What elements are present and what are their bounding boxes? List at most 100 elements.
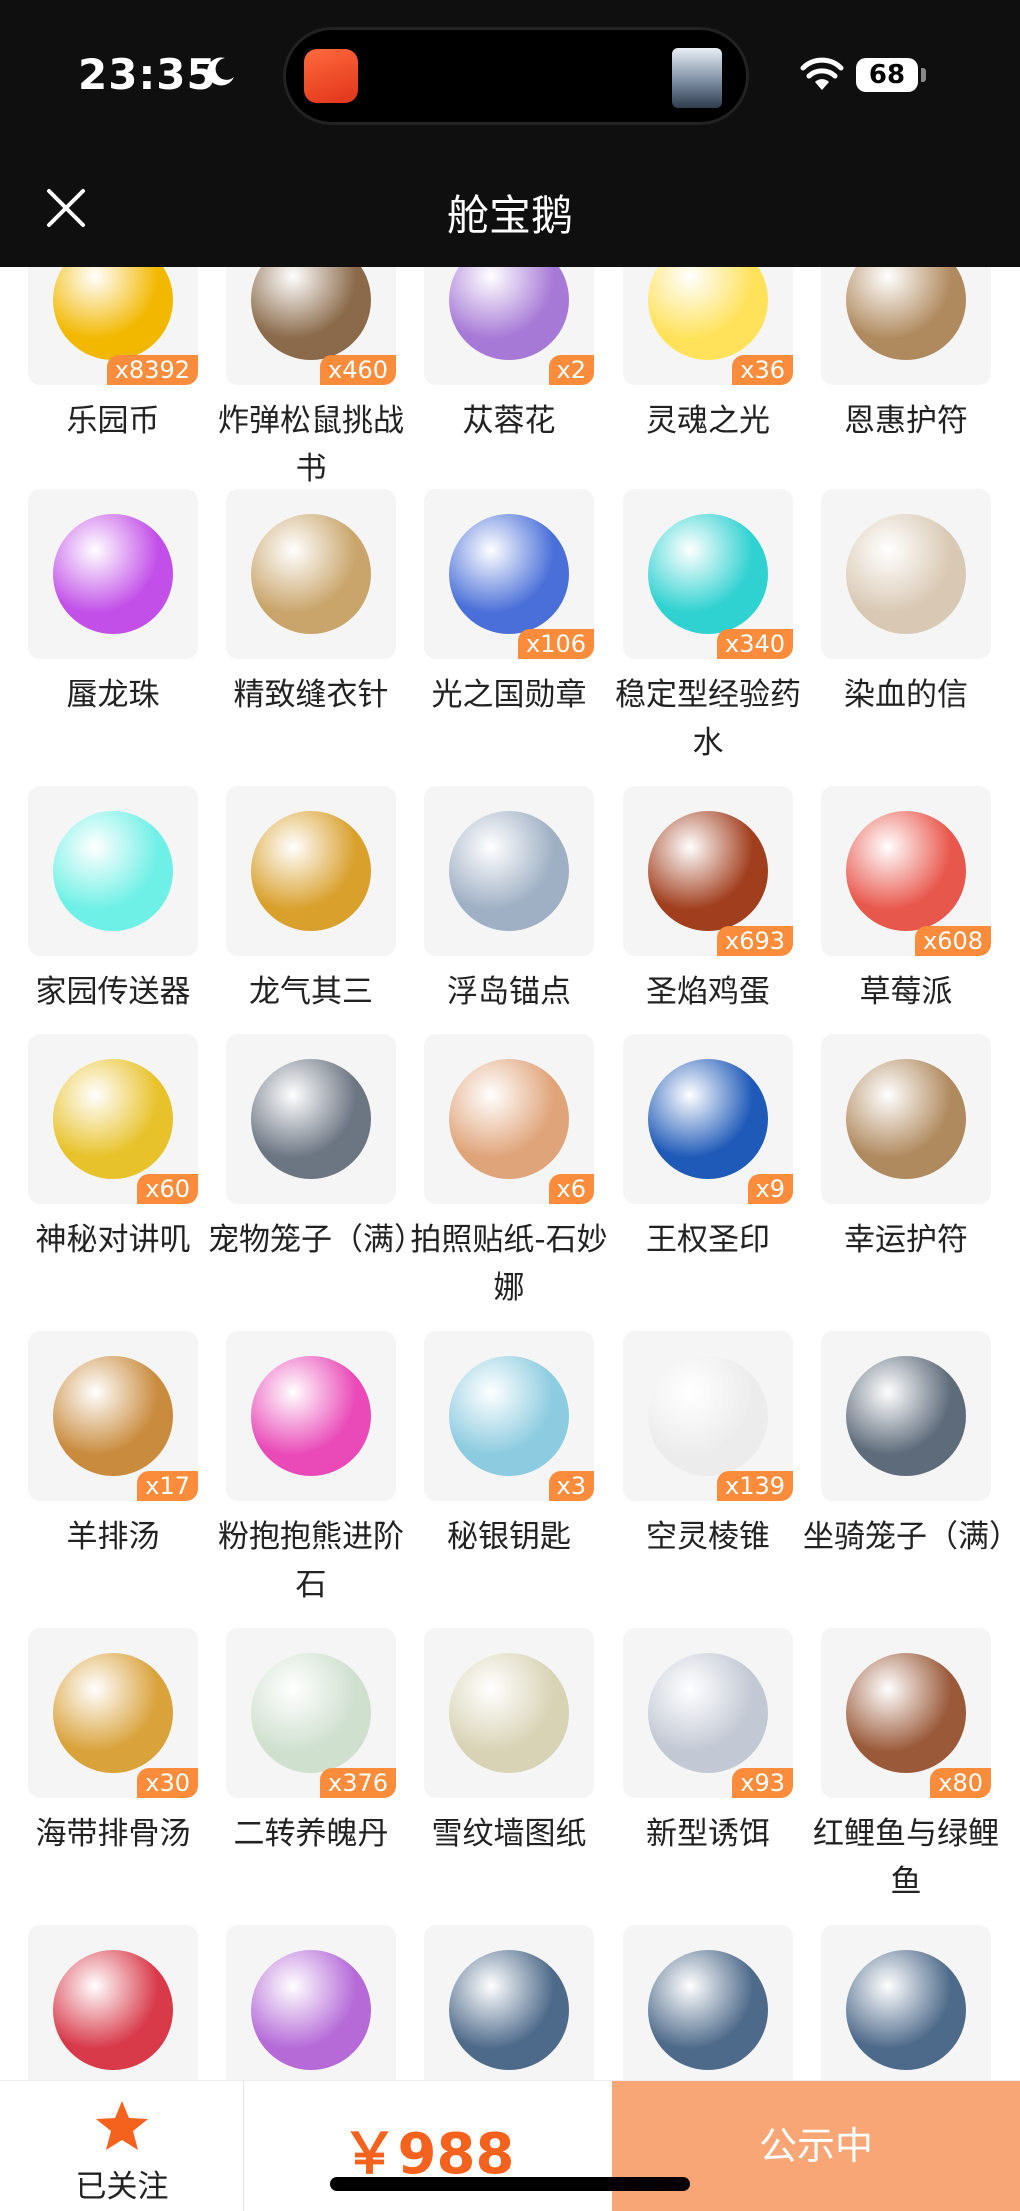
item-name: 灵魂之光: [646, 403, 770, 439]
item-name: 龙气其三: [249, 974, 373, 1010]
item-name: 空灵棱锥: [646, 1519, 770, 1555]
item-name: 炸弹松鼠挑战书: [218, 403, 404, 487]
item-tile[interactable]: x9: [623, 1034, 793, 1204]
item-name: 坐骑笼子（满）: [803, 1519, 1020, 1555]
item-name: 幸运护符: [844, 1222, 968, 1258]
media-thumbnail: [672, 48, 722, 108]
item-tile[interactable]: [821, 1331, 991, 1501]
item-name: 王权圣印: [646, 1222, 770, 1258]
item-name: 海带排骨汤: [35, 1816, 191, 1852]
item-icon: [648, 267, 768, 360]
moon-icon: [207, 57, 234, 86]
item-icon: [251, 1950, 371, 2070]
item-name: 红鲤鱼与绿鲤鱼: [813, 1816, 999, 1900]
quantity-badge: x80: [930, 1768, 991, 1798]
item-name: 新型诱饵: [646, 1816, 770, 1852]
item-tile[interactable]: x139: [623, 1331, 793, 1501]
item-tile[interactable]: [28, 786, 198, 956]
quantity-badge: x9: [747, 1174, 793, 1204]
item-tile[interactable]: x36: [623, 267, 793, 385]
item-icon: [53, 1653, 173, 1773]
item-icon: [53, 514, 173, 634]
item-tile[interactable]: [226, 1331, 396, 1501]
item-icon: [53, 1356, 173, 1476]
item-tile[interactable]: [424, 786, 594, 956]
item-tile[interactable]: x8392: [28, 267, 198, 385]
star-icon: [96, 2101, 148, 2150]
item-icon: [449, 267, 569, 360]
quantity-badge: x30: [137, 1768, 198, 1798]
quantity-badge: x106: [517, 629, 594, 659]
item-icon: [53, 267, 173, 360]
item-icon: [449, 1950, 569, 2070]
item-tile[interactable]: x460: [226, 267, 396, 385]
item-tile[interactable]: [28, 489, 198, 659]
item-icon: [251, 1356, 371, 1476]
item-icon: [648, 1653, 768, 1773]
item-tile[interactable]: [28, 1925, 198, 2080]
item-tile[interactable]: x93: [623, 1628, 793, 1798]
home-indicator: [330, 2177, 690, 2191]
item-tile[interactable]: x608: [821, 786, 991, 956]
item-tile[interactable]: [226, 786, 396, 956]
item-icon: [53, 1059, 173, 1179]
item-tile[interactable]: [424, 1628, 594, 1798]
item-icon: [648, 514, 768, 634]
public-status-button[interactable]: 公示中: [612, 2081, 1020, 2211]
item-tile[interactable]: [424, 1925, 594, 2080]
item-tile[interactable]: [821, 267, 991, 385]
item-tile[interactable]: x80: [821, 1628, 991, 1798]
item-name: 秘银钥匙: [447, 1519, 571, 1555]
item-tile[interactable]: x340: [623, 489, 793, 659]
item-tile[interactable]: [821, 1925, 991, 2080]
quantity-badge: x3: [548, 1471, 594, 1501]
item-icon: [846, 1653, 966, 1773]
quantity-badge: x2: [548, 355, 594, 385]
item-tile[interactable]: [821, 1034, 991, 1204]
item-name: 乐园币: [66, 403, 160, 439]
item-tile[interactable]: x693: [623, 786, 793, 956]
item-tile[interactable]: x6: [424, 1034, 594, 1204]
item-icon: [648, 1356, 768, 1476]
item-tile[interactable]: [821, 489, 991, 659]
quantity-badge: x340: [716, 629, 793, 659]
item-icon: [53, 1950, 173, 2070]
item-tile[interactable]: x376: [226, 1628, 396, 1798]
item-icon: [53, 811, 173, 931]
item-icon: [449, 811, 569, 931]
follow-label: 已关注: [75, 2169, 169, 2205]
item-name: 浮岛锚点: [447, 974, 571, 1010]
item-name: 圣焰鸡蛋: [646, 974, 770, 1010]
status-bar: 23:35 68: [0, 0, 1020, 150]
item-icon: [449, 1653, 569, 1773]
item-icon: [251, 1653, 371, 1773]
quantity-badge: x376: [319, 1768, 396, 1798]
item-icon: [846, 1950, 966, 2070]
item-grid: x8392 乐园币 x460 炸弹松鼠挑战书 x2 苁蓉花 x36 灵魂之光 恩惠护符 蜃龙珠 精致…: [0, 267, 1020, 2080]
app-icon: [304, 49, 358, 103]
item-tile[interactable]: x2: [424, 267, 594, 385]
item-tile[interactable]: x17: [28, 1331, 198, 1501]
item-tile[interactable]: [623, 1925, 793, 2080]
item-name: 二转养魄丹: [233, 1816, 389, 1852]
item-tile[interactable]: [226, 489, 396, 659]
quantity-badge: x60: [137, 1174, 198, 1204]
item-tile[interactable]: x60: [28, 1034, 198, 1204]
item-name: 神秘对讲叽: [35, 1222, 191, 1258]
item-icon: [846, 811, 966, 931]
battery-tip: [921, 68, 926, 82]
follow-button[interactable]: 已关注: [0, 2081, 244, 2211]
item-tile[interactable]: [226, 1925, 396, 2080]
quantity-badge: x139: [716, 1471, 793, 1501]
item-icon: [449, 1059, 569, 1179]
item-tile[interactable]: x106: [424, 489, 594, 659]
item-icon: [251, 267, 371, 360]
item-name: 雪纹墙图纸: [431, 1816, 587, 1852]
item-tile[interactable]: x3: [424, 1331, 594, 1501]
quantity-badge: x17: [137, 1471, 198, 1501]
item-tile[interactable]: x30: [28, 1628, 198, 1798]
quantity-badge: x6: [548, 1174, 594, 1204]
status-time: 23:35: [78, 50, 217, 99]
battery-indicator: 68: [856, 58, 918, 92]
item-tile[interactable]: [226, 1034, 396, 1204]
